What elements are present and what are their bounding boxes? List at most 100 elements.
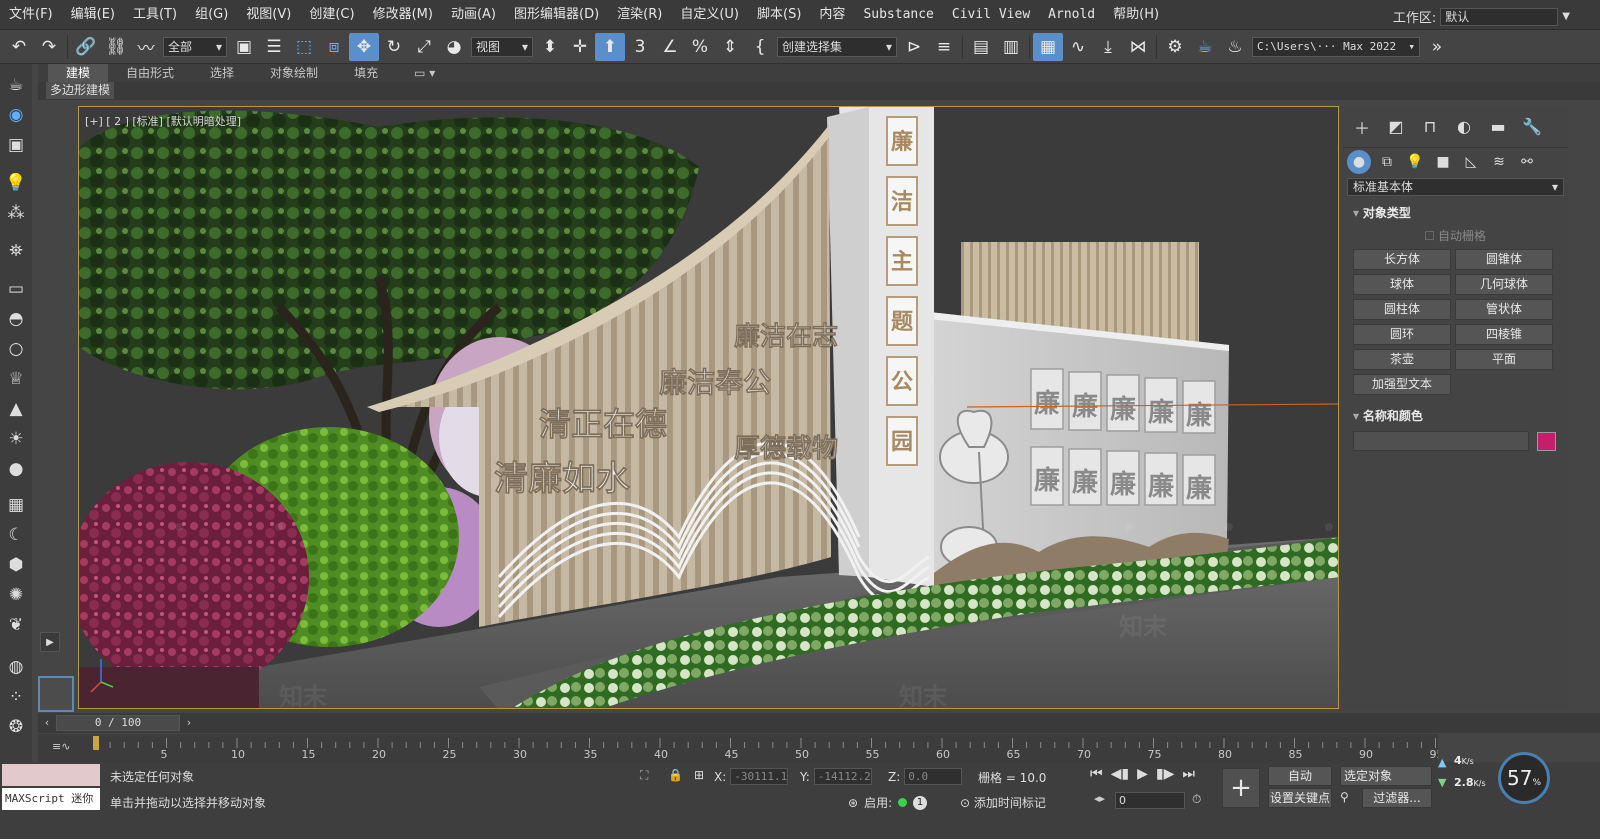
tube-button[interactable]: 管状体 [1455,299,1553,320]
menu-civil-view[interactable]: Civil View [943,0,1039,30]
ribbon-tab-selection[interactable]: 选择 [192,64,252,82]
window-crossing-icon[interactable]: ⧈ [319,33,349,61]
undo-icon[interactable]: ↶ [4,33,34,61]
viewport-perspective[interactable]: 廉 廉 廉 廉 廉 廉 廉 廉 廉 廉 廉 洁 主 题 公 园 廉洁在志 廉洁奉… [78,106,1339,709]
add-time-tag[interactable]: ⊙ 添加时间标记 [960,794,1046,811]
time-cursor[interactable] [93,736,99,750]
menu-tools[interactable]: 工具(T) [124,0,186,30]
box-icon[interactable]: ⬢ [2,550,30,580]
ribbon-tab-populate[interactable]: 填充 [336,64,396,82]
render-setup-icon[interactable]: ⚙ [1160,33,1190,61]
viewport-label[interactable]: [+] [ 2 ] [标准] [默认明暗处理] [85,113,241,129]
key-mode-icon[interactable]: ⚲ [1340,790,1349,804]
display-tab-icon[interactable]: ▬ [1483,113,1513,141]
lights-icon[interactable]: 💡 [1403,150,1427,174]
dope-sheet-icon[interactable]: ⤓ [1093,33,1123,61]
polygon-modeling-button[interactable]: 多边形建模 [46,82,115,99]
chevron-right-icon[interactable]: › [180,715,198,731]
object-name-input[interactable] [1353,431,1529,451]
cpu-usage-dial[interactable]: 57% [1498,752,1550,804]
motion-tab-icon[interactable]: ◐ [1449,113,1479,141]
geometry-category-dropdown[interactable]: 标准基本体 ▾ [1347,178,1564,196]
light-bulb-icon[interactable]: 💡 [2,168,30,198]
track-bar[interactable]: 5101520253035404550556065707580859095 [38,734,1438,762]
menu-group[interactable]: 组(G) [186,0,237,30]
go-to-end-icon[interactable]: ⏭ [1182,766,1195,782]
curve-editor-icon[interactable]: ∿ [1063,33,1093,61]
chevron-down-icon[interactable]: ▼ [1562,11,1570,22]
menu-edit[interactable]: 编辑(E) [62,0,124,30]
menu-scripting[interactable]: 脚本(S) [748,0,810,30]
ribbon-toggle-icon[interactable]: ▦ [1033,32,1063,61]
plane-button[interactable]: 平面 [1455,349,1553,370]
align-icon[interactable]: ≡ [929,33,959,61]
plant-icon[interactable]: ❦ [2,610,30,640]
rendered-frame-window-icon[interactable]: ☕ [1190,33,1220,61]
ribbon-tab-freeform[interactable]: 自由形式 [108,64,192,82]
selection-set-dropdown[interactable]: 选定对象 [1340,766,1432,786]
app-logo-icon[interactable]: ❂ [2,712,30,742]
z-coordinate-field[interactable]: 0.0 [904,768,963,785]
menu-rendering[interactable]: 渲染(R) [608,0,671,30]
pivot-icon[interactable]: ⬍ [535,33,565,61]
teapot-button[interactable]: 茶壶 [1353,349,1451,370]
next-frame-icon[interactable]: ▮▶ [1156,766,1174,782]
box-button[interactable]: 长方体 [1353,249,1451,270]
place-icon[interactable]: ◕ [439,33,469,61]
ref-coord-dropdown[interactable]: 视图 ▾ [471,36,533,57]
play-icon[interactable]: ▶ [1137,766,1148,782]
chevron-left-icon[interactable]: ‹ [38,715,56,731]
menu-file[interactable]: 文件(F) [0,0,62,30]
teapot-icon[interactable]: ☕ [2,70,30,100]
current-frame-field[interactable]: 0 [1115,792,1185,809]
create-panel-icon[interactable]: ◉ [2,100,30,130]
camera-icon[interactable]: ⛯ [2,236,30,266]
gear-icon[interactable]: ✺ [2,580,30,610]
unlink-icon[interactable]: ⛓ [101,33,131,61]
hierarchy-tab-icon[interactable]: ⊓ [1415,113,1445,141]
torus-button[interactable]: 圆环 [1353,324,1451,345]
x-coordinate-field[interactable]: -30111.1 [730,768,789,785]
menu-create[interactable]: 创建(C) [300,0,363,30]
sun-icon[interactable]: ☀ [2,424,30,454]
menu-modifiers[interactable]: 修改器(M) [364,0,442,30]
lights-group-icon[interactable]: ⁂ [2,198,30,228]
bind-space-warp-icon[interactable]: 〰 [131,33,161,61]
snap-toggle-icon[interactable]: 3 [625,33,655,61]
schematic-view-icon[interactable]: ⋈ [1123,33,1153,61]
previous-frame-icon[interactable]: ◀▮ [1111,766,1129,782]
menu-substance[interactable]: Substance [854,0,942,30]
systems-icon[interactable]: ⚯ [1515,150,1539,174]
cameras-icon[interactable]: ■ [1431,150,1455,174]
time-config-icon[interactable]: ⏱ [1192,792,1201,807]
keyboard-shortcut-toggle-icon[interactable]: ⬆ [595,32,625,61]
sphere-icon[interactable]: ○ [2,334,30,364]
scale-icon[interactable]: ⤢ [409,33,439,61]
edit-named-selection-icon[interactable]: { [745,33,775,61]
menu-help[interactable]: 帮助(H) [1104,0,1168,30]
project-path-dropdown[interactable]: C:\Users\··· Max 2022 ▾ [1252,36,1420,57]
angle-snap-icon[interactable]: ∠ [655,33,685,61]
geosphere-button[interactable]: 几何球体 [1455,274,1553,295]
enable-indicator[interactable] [898,798,908,807]
menu-view[interactable]: 视图(V) [237,0,300,30]
hemisphere-icon[interactable]: ◓ [2,304,30,334]
material-sphere-icon[interactable]: ◍ [2,652,30,682]
layer-explorer-icon[interactable]: ▥ [996,33,1026,61]
select-by-name-icon[interactable]: ☰ [259,33,289,61]
cylinder-button[interactable]: 圆柱体 [1353,299,1451,320]
autogrid-checkbox[interactable]: 自动栅格 [1425,227,1564,244]
time-slider[interactable]: 0 / 100 [56,715,180,731]
y-coordinate-field[interactable]: -14112.2 [813,768,872,785]
menu-customize[interactable]: 自定义(U) [671,0,748,30]
absolute-mode-icon[interactable]: ⊞ [694,768,704,782]
redo-icon[interactable]: ↷ [34,33,64,61]
scene-explorer-icon[interactable]: ▤ [966,33,996,61]
grid-plane-icon[interactable]: ▦ [2,490,30,520]
pyramid-button[interactable]: 四棱锥 [1455,324,1553,345]
mirror-icon[interactable]: ⊳ [899,33,929,61]
ribbon-options-icon[interactable]: ▭ ▾ [396,64,453,82]
maxscript-listener-output[interactable] [2,764,100,786]
ribbon-tab-modeling[interactable]: 建模 [48,64,109,82]
menu-arnold[interactable]: Arnold [1039,0,1104,30]
